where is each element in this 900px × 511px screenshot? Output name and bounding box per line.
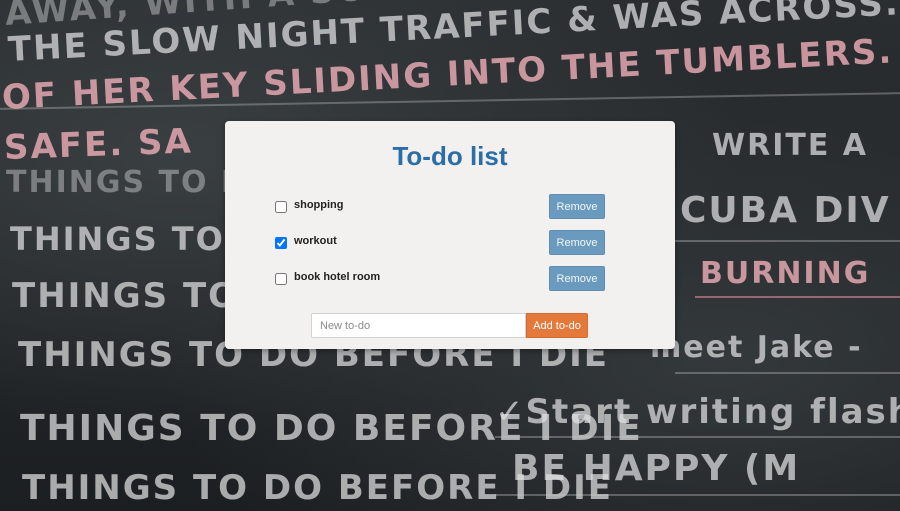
todo-item: shopping Remove — [275, 194, 605, 220]
todo-item: workout Remove — [275, 230, 605, 256]
new-todo-input[interactable] — [311, 313, 526, 338]
chalk-text: meet Jake - — [650, 330, 863, 365]
chalk-text: CUBA DIV — [680, 190, 891, 231]
todo-label: book hotel room — [294, 271, 381, 283]
chalk-underline — [495, 436, 900, 438]
todo-checkbox[interactable] — [275, 201, 287, 213]
chalk-underline — [495, 494, 900, 496]
todo-label: workout — [294, 235, 337, 247]
todo-label: shopping — [294, 199, 344, 211]
remove-button[interactable]: Remove — [549, 266, 605, 291]
add-todo-button[interactable]: Add to-do — [526, 313, 588, 338]
chalk-text: SAFE. SA — [3, 121, 194, 168]
chalk-text: WRITE A — [712, 128, 868, 163]
chalk-underline — [675, 372, 900, 374]
todo-checkbox[interactable] — [275, 237, 287, 249]
remove-button[interactable]: Remove — [549, 230, 605, 255]
add-todo-form: Add to-do — [311, 313, 589, 338]
chalk-underline — [675, 240, 900, 242]
todo-card: To-do list shopping Remove workout Remov… — [225, 121, 675, 349]
todo-item: book hotel room Remove — [275, 266, 605, 292]
remove-button[interactable]: Remove — [549, 194, 605, 219]
chalk-text: ✓Start writing flash f — [495, 392, 900, 432]
chalk-text: BE HAPPY (M — [512, 448, 801, 489]
page-title: To-do list — [392, 141, 508, 171]
chalk-text: BURNING — [700, 256, 871, 291]
todo-checkbox[interactable] — [275, 273, 287, 285]
chalk-underline — [695, 296, 900, 298]
